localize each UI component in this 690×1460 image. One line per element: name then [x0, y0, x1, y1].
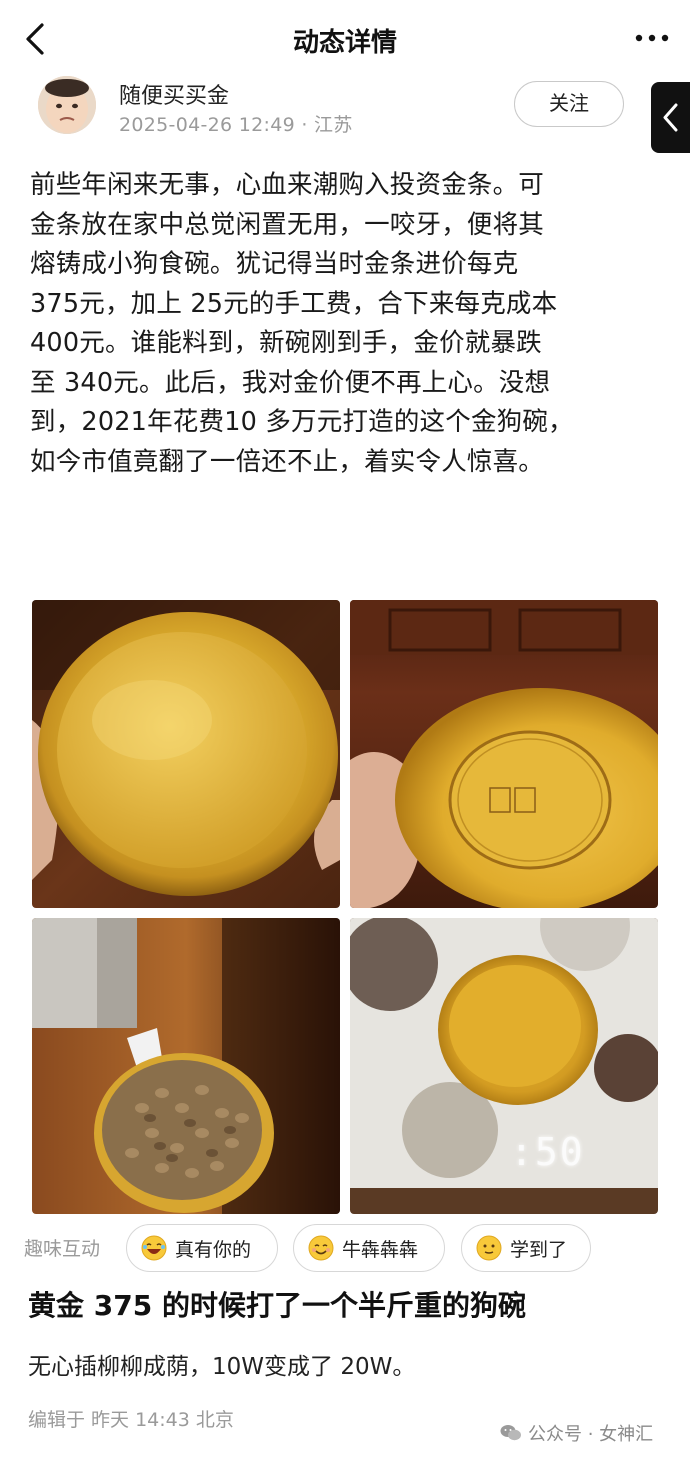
reaction-chip-label: 真有你的 — [175, 1238, 252, 1261]
reaction-chip-zhen-you-ni-de[interactable]: 真有你的 — [126, 1224, 278, 1272]
slight-smile-emoji-icon — [476, 1235, 502, 1261]
post-body: 前些年闲来无事，心血来潮购入投资金条。可 金条放在家中总觉闲置无用，一咬牙，便将… — [30, 170, 574, 477]
follow-button[interactable]: 关注 — [514, 81, 624, 127]
reaction-chip-label: 学到了 — [510, 1238, 568, 1261]
more-dots-icon — [635, 34, 669, 42]
smiling-emoji-icon — [308, 1235, 334, 1261]
photo-bowl-on-scale[interactable]: :50 — [350, 918, 658, 1214]
scale-readout: :50 — [510, 1130, 585, 1174]
photo-gold-bowl-front[interactable] — [32, 600, 340, 908]
photo-gold-bowl-bottom[interactable] — [350, 600, 658, 908]
side-panel-tab[interactable] — [651, 82, 690, 153]
chevron-left-icon — [663, 103, 678, 132]
page-title: 动态详情 — [292, 28, 397, 58]
reaction-chip-xue-dao-le[interactable]: 学到了 — [461, 1224, 591, 1272]
top-bar: 动态详情 — [0, 0, 690, 76]
post-meta: 2025-04-26 12:49 · 江苏 — [119, 114, 353, 136]
wechat-icon — [500, 1425, 521, 1441]
post-title: 黄金 375 的时候打了一个半斤重的狗碗 — [28, 1289, 526, 1322]
author-name[interactable]: 随便买买金 — [119, 78, 229, 110]
post-subtitle: 无心插柳柳成荫，10W变成了 20W。 — [28, 1354, 416, 1380]
watermark: 公众号 · 女神汇 — [500, 1420, 653, 1446]
reaction-chip-niu-ben-ben[interactable]: 牛犇犇犇 — [293, 1224, 445, 1272]
reaction-chip-label: 牛犇犇犇 — [342, 1238, 419, 1261]
avatar[interactable] — [38, 76, 96, 134]
interaction-label: 趣味互动 — [24, 1238, 101, 1260]
photo-bowl-with-dog-food[interactable] — [32, 918, 340, 1214]
watermark-text: 公众号 · 女神汇 — [528, 1424, 654, 1445]
laughing-emoji-icon — [141, 1235, 167, 1261]
edit-info: 编辑于 昨天 14:43 北京 — [28, 1409, 234, 1431]
more-button[interactable] — [632, 26, 672, 50]
